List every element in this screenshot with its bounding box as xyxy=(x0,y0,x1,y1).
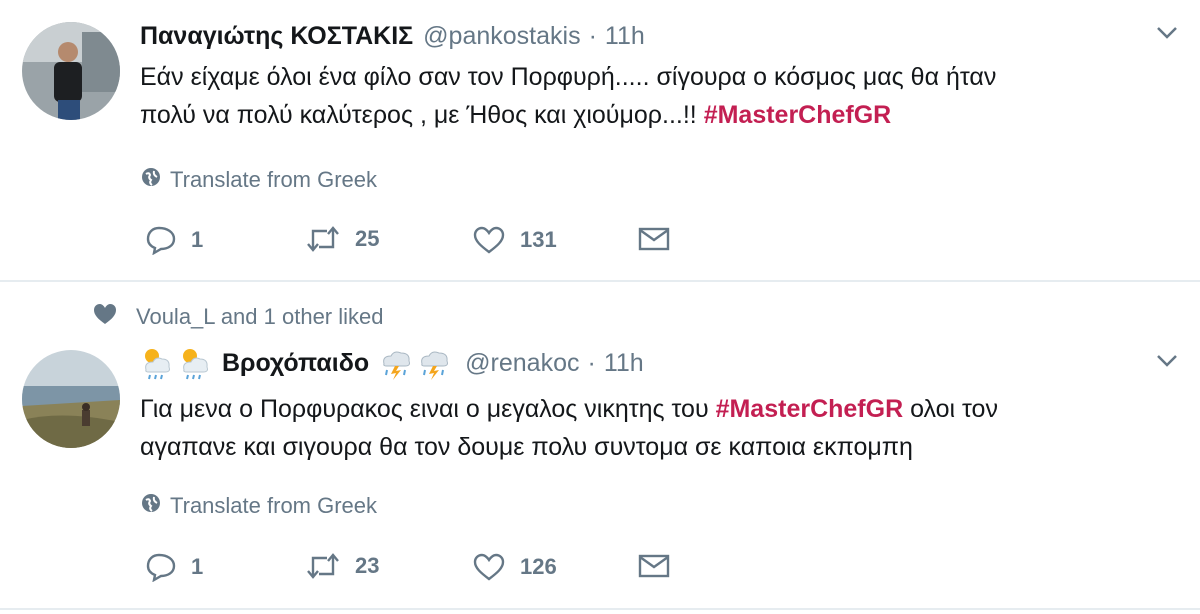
weather-emoji xyxy=(140,346,174,380)
separator-dot: · xyxy=(588,22,597,50)
display-name[interactable]: Βροχόπαιδο xyxy=(222,349,369,378)
chevron-down-icon[interactable] xyxy=(1156,354,1178,373)
retweet-button[interactable]: 23 xyxy=(305,552,379,580)
like-count: 126 xyxy=(520,554,557,579)
separator-dot: · xyxy=(587,348,596,377)
tweet-header: Παναγιώτης ΚΟΣΤΑΚΙΣ @pankostakis · 11h xyxy=(140,22,645,51)
user-handle[interactable]: @pankostakis xyxy=(423,22,580,51)
translate-link[interactable]: Translate from Greek xyxy=(140,492,377,520)
translate-label: Translate from Greek xyxy=(170,493,378,518)
heart-icon xyxy=(92,302,136,332)
direct-message-button[interactable] xyxy=(637,552,671,580)
weather-emoji xyxy=(178,346,212,380)
avatar[interactable] xyxy=(22,22,120,120)
retweet-count: 23 xyxy=(355,553,380,578)
tweet-text-fragment: πολύ να πολύ καλύτερος , με Ήθος και χιο… xyxy=(140,101,704,129)
display-name[interactable]: Παναγιώτης ΚΟΣΤΑΚΙΣ xyxy=(140,22,413,51)
retweet-button[interactable]: 25 xyxy=(305,225,379,253)
direct-message-button[interactable] xyxy=(637,225,671,253)
tweet-text: Για μενα ο Πορφυρακος ειναι ο μεγαλος νι… xyxy=(140,390,1140,466)
retweet-icon xyxy=(305,225,341,253)
envelope-icon xyxy=(637,552,671,580)
like-button[interactable]: 126 xyxy=(472,552,557,582)
reply-button[interactable]: 1 xyxy=(145,552,203,582)
tweet[interactable]: Voula_L and 1 other liked Βροχόπαιδο @re… xyxy=(0,282,1200,610)
reply-button[interactable]: 1 xyxy=(145,225,203,255)
tweet-text: Εάν είχαμε όλοι ένα φίλο σαν τον Πορφυρή… xyxy=(140,58,1140,134)
tweet-header: Βροχόπαιδο @renakoc · 11h xyxy=(140,346,644,380)
reply-count: 1 xyxy=(191,554,204,579)
reply-count: 1 xyxy=(191,227,204,252)
globe-icon xyxy=(140,166,170,194)
reply-icon xyxy=(145,225,177,255)
hashtag-link[interactable]: #MasterChefGR xyxy=(704,101,892,129)
avatar[interactable] xyxy=(22,350,120,448)
tweet-text-line: αγαπανε και σιγουρα θα τον δουμε πολυ συ… xyxy=(140,433,913,461)
tweet-text-line: Εάν είχαμε όλοι ένα φίλο σαν τον Πορφυρή… xyxy=(140,63,997,91)
chevron-down-icon[interactable] xyxy=(1156,26,1178,45)
tweet-text-line: πολύ να πολύ καλύτερος , με Ήθος και χιο… xyxy=(140,96,1140,134)
retweet-count: 25 xyxy=(355,226,380,251)
translate-label: Translate from Greek xyxy=(170,167,378,192)
hashtag-link[interactable]: #MasterChefGR xyxy=(716,395,904,423)
social-context: Voula_L and 1 other liked xyxy=(92,302,384,332)
social-context-label[interactable]: Voula_L and 1 other liked xyxy=(136,304,384,330)
tweet-text-line: Για μενα ο Πορφυρακος ειναι ο μεγαλος νι… xyxy=(140,390,1140,428)
timestamp[interactable]: 11h xyxy=(604,349,644,378)
envelope-icon xyxy=(637,225,671,253)
globe-icon xyxy=(140,492,170,520)
tweet[interactable]: Παναγιώτης ΚΟΣΤΑΚΙΣ @pankostakis · 11h Ε… xyxy=(0,0,1200,282)
storm-emoji xyxy=(417,346,451,380)
like-button[interactable]: 131 xyxy=(472,225,557,255)
reply-icon xyxy=(145,552,177,582)
like-count: 131 xyxy=(520,227,557,252)
tweet-text-fragment: ολοι τον xyxy=(903,395,998,423)
heart-icon xyxy=(472,552,506,582)
timestamp[interactable]: 11h xyxy=(605,22,645,51)
storm-emoji xyxy=(379,346,413,380)
heart-icon xyxy=(472,225,506,255)
translate-link[interactable]: Translate from Greek xyxy=(140,166,377,194)
tweet-text-fragment: Για μενα ο Πορφυρακος ειναι ο μεγαλος νι… xyxy=(140,395,716,423)
user-handle[interactable]: @renakoc xyxy=(465,349,579,378)
retweet-icon xyxy=(305,552,341,580)
